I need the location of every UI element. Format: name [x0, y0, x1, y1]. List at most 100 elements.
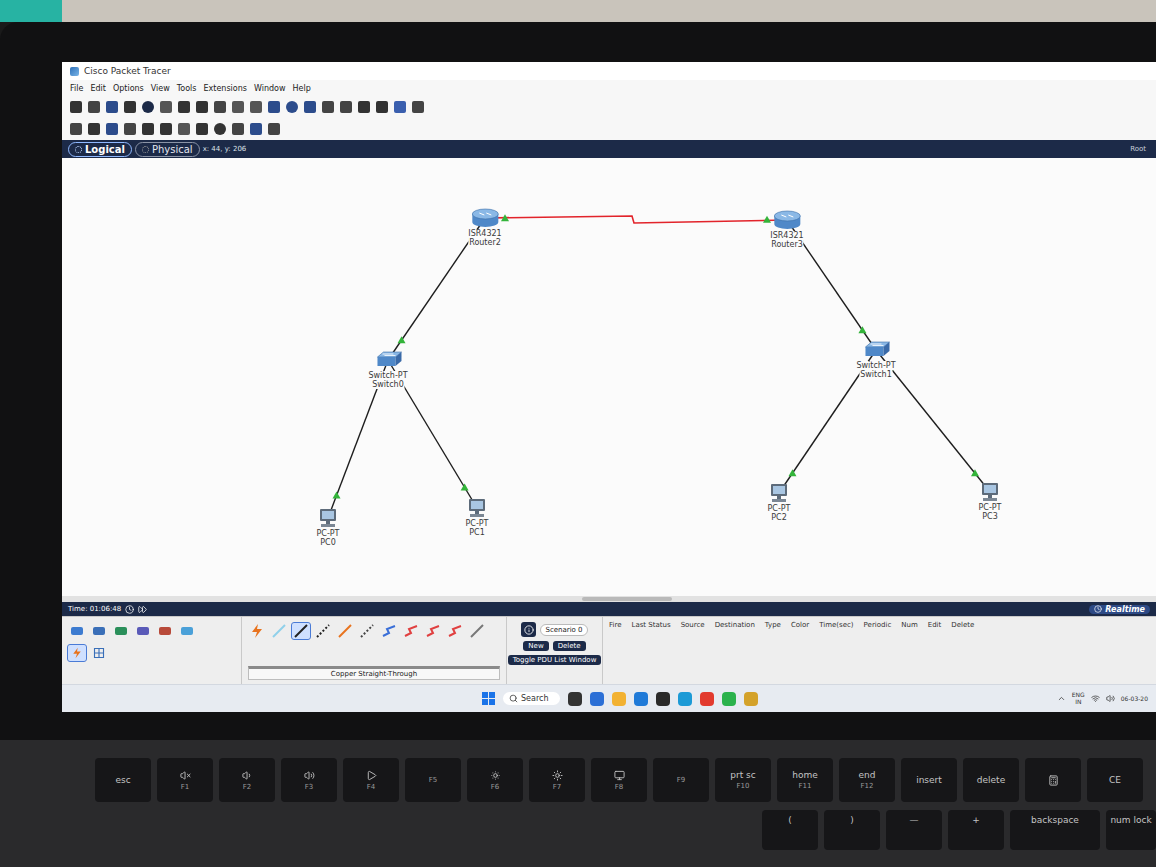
- realtime-mode[interactable]: Realtime: [1089, 605, 1150, 614]
- toolbar-button[interactable]: [214, 101, 226, 113]
- pc-node[interactable]: PC-PTPC0: [313, 507, 343, 547]
- scroll-thumb[interactable]: [582, 597, 672, 601]
- toolbar-button[interactable]: [268, 123, 280, 135]
- scenario-button[interactable]: Delete: [553, 641, 586, 651]
- taskbar-app-icon[interactable]: [744, 692, 758, 706]
- toolbar-button[interactable]: [106, 101, 118, 113]
- fast-forward-icon[interactable]: [138, 605, 147, 614]
- menu-item[interactable]: View: [151, 84, 170, 93]
- toolbar-button[interactable]: [178, 123, 190, 135]
- router-node[interactable]: ISR4321Router3: [769, 209, 804, 249]
- category-button[interactable]: [134, 623, 152, 639]
- toolbar-button[interactable]: [322, 101, 334, 113]
- toolbar-button[interactable]: [142, 101, 154, 113]
- toolbar-button[interactable]: [160, 101, 172, 113]
- switch-node[interactable]: Switch-PTSwitch0: [367, 349, 408, 389]
- menu-item[interactable]: File: [70, 84, 83, 93]
- taskbar-search[interactable]: Search: [503, 692, 560, 705]
- toolbar-button[interactable]: [70, 101, 82, 113]
- toolbar-button[interactable]: [178, 101, 190, 113]
- menu-item[interactable]: Extensions: [203, 84, 246, 93]
- workspace-tab[interactable]: Physical: [135, 142, 200, 157]
- switch-node[interactable]: Switch-PTSwitch1: [855, 339, 896, 379]
- key[interactable]: esc: [95, 758, 151, 802]
- key[interactable]: backspace: [1010, 810, 1100, 850]
- toolbar-button[interactable]: [250, 123, 262, 135]
- taskbar-app-icon[interactable]: [590, 692, 604, 706]
- copper-link[interactable]: [876, 350, 990, 492]
- taskbar-app-icon[interactable]: [568, 692, 582, 706]
- menu-item[interactable]: Window: [254, 84, 286, 93]
- language-indicator[interactable]: ENGIN: [1072, 692, 1085, 705]
- key[interactable]: delete: [963, 758, 1019, 802]
- cable-button[interactable]: [402, 623, 420, 639]
- toolbar-button[interactable]: [358, 101, 370, 113]
- key[interactable]: +: [948, 810, 1004, 850]
- toolbar-button[interactable]: [70, 123, 82, 135]
- taskbar-app-icon[interactable]: [700, 692, 714, 706]
- key[interactable]: F3: [281, 758, 337, 802]
- taskbar-app-icon[interactable]: [612, 692, 626, 706]
- key[interactable]: F7: [529, 758, 585, 802]
- toolbar-button[interactable]: [340, 101, 352, 113]
- scenario-select[interactable]: Scenario 0: [540, 624, 587, 636]
- toolbar-button[interactable]: [268, 101, 280, 113]
- category-button[interactable]: [68, 623, 86, 639]
- cable-button[interactable]: [468, 623, 486, 639]
- cable-button[interactable]: [446, 623, 464, 639]
- toolbar-button[interactable]: [412, 101, 424, 113]
- key[interactable]: CE: [1087, 758, 1143, 802]
- key[interactable]: F1: [157, 758, 213, 802]
- category-button[interactable]: [156, 623, 174, 639]
- clock-icon[interactable]: [125, 605, 134, 614]
- cable-button[interactable]: [424, 623, 442, 639]
- pc-node[interactable]: PC-PTPC1: [462, 497, 492, 537]
- toolbar-button[interactable]: [88, 101, 100, 113]
- serial-link[interactable]: [485, 214, 787, 223]
- cable-button[interactable]: [380, 623, 398, 639]
- cable-button[interactable]: [358, 623, 376, 639]
- key[interactable]: prt scF10: [715, 758, 771, 802]
- toolbar-button[interactable]: [304, 101, 316, 113]
- key[interactable]: (: [762, 810, 818, 850]
- key[interactable]: homeF11: [777, 758, 833, 802]
- toolbar-button[interactable]: [232, 101, 244, 113]
- toolbar-button[interactable]: [286, 101, 298, 113]
- category-button[interactable]: [90, 623, 108, 639]
- toolbar-button[interactable]: [232, 123, 244, 135]
- toolbar-button[interactable]: [214, 123, 226, 135]
- info-button[interactable]: [521, 622, 536, 637]
- cable-button[interactable]: [314, 623, 332, 639]
- key[interactable]: F2: [219, 758, 275, 802]
- toolbar-button[interactable]: [376, 101, 388, 113]
- menu-item[interactable]: Edit: [90, 84, 106, 93]
- toggle-pdu-button[interactable]: Toggle PDU List Window: [508, 655, 602, 665]
- menu-item[interactable]: Tools: [177, 84, 197, 93]
- workspace-tab[interactable]: Logical: [68, 142, 132, 157]
- toolbar-button[interactable]: [142, 123, 154, 135]
- key[interactable]: F8: [591, 758, 647, 802]
- taskbar-app-icon[interactable]: [678, 692, 692, 706]
- toolbar-button[interactable]: [124, 101, 136, 113]
- chevron-icon[interactable]: [1057, 694, 1066, 703]
- toolbar-button[interactable]: [124, 123, 136, 135]
- cable-button[interactable]: [292, 623, 310, 639]
- toolbar-button[interactable]: [106, 123, 118, 135]
- key[interactable]: [1025, 758, 1081, 802]
- subcategory-button[interactable]: [68, 645, 86, 661]
- taskbar-app-icon[interactable]: [722, 692, 736, 706]
- wifi-icon[interactable]: [1091, 694, 1100, 703]
- key[interactable]: F5: [405, 758, 461, 802]
- menu-item[interactable]: Options: [113, 84, 144, 93]
- key[interactable]: insert: [901, 758, 957, 802]
- toolbar-button[interactable]: [196, 101, 208, 113]
- key[interactable]: F9: [653, 758, 709, 802]
- taskbar-app-icon[interactable]: [656, 692, 670, 706]
- pc-node[interactable]: PC-PTPC2: [764, 482, 794, 522]
- menu-item[interactable]: Help: [292, 84, 310, 93]
- toolbar-button[interactable]: [250, 101, 262, 113]
- taskbar-app-icon[interactable]: [634, 692, 648, 706]
- cable-button[interactable]: [270, 623, 288, 639]
- category-button[interactable]: [112, 623, 130, 639]
- cable-button[interactable]: [336, 623, 354, 639]
